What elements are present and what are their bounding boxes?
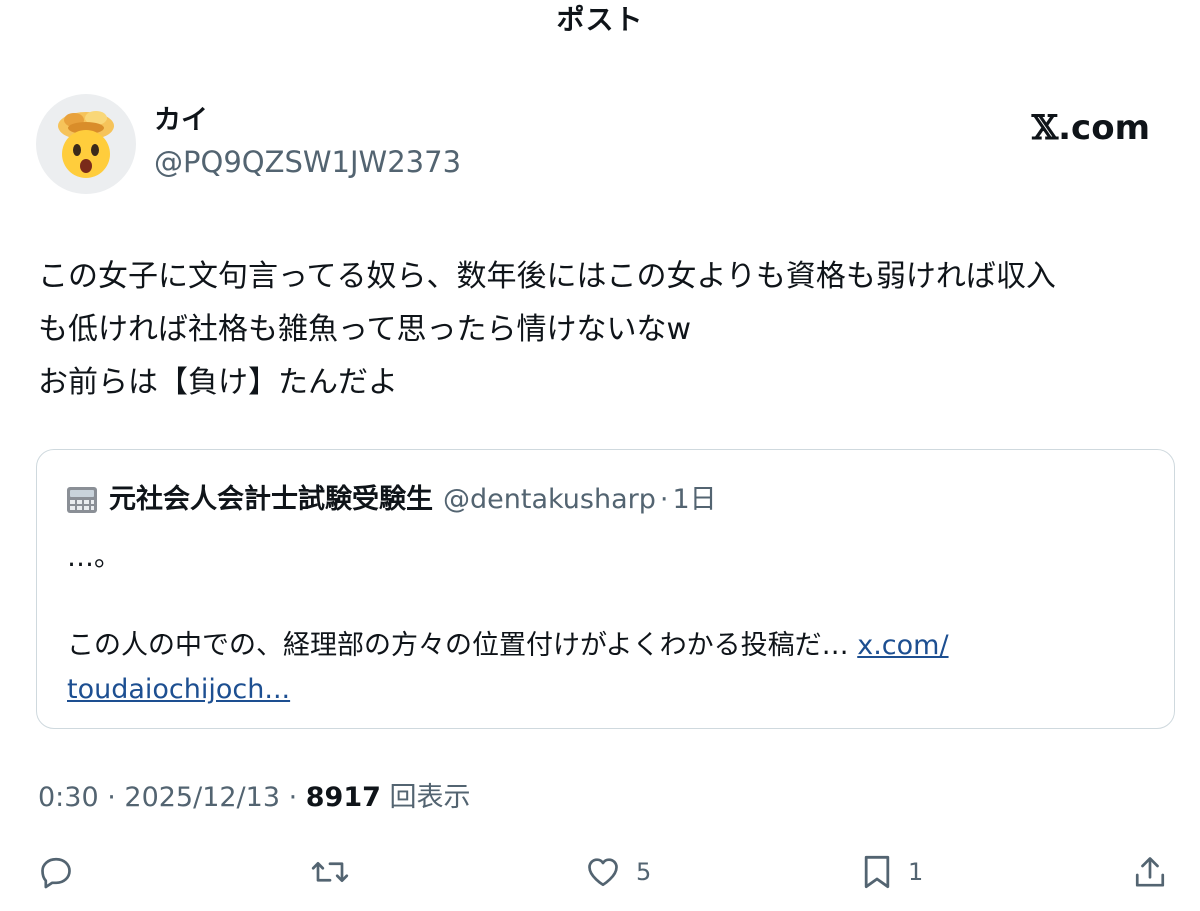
bookmark-icon	[864, 855, 890, 889]
like-button[interactable]: 5	[584, 846, 651, 898]
repost-button[interactable]	[310, 846, 350, 898]
post-text-line: お前らは【負け】たんだよ	[38, 365, 398, 400]
share-button[interactable]	[1132, 846, 1168, 898]
views-label: 回表示	[380, 782, 471, 813]
quoted-post-time[interactable]: 1日	[672, 483, 716, 517]
exploding-head-icon	[58, 111, 114, 178]
line-spacer	[67, 580, 1127, 624]
quoted-post-line: toudaiochijoch...	[67, 668, 1127, 712]
page-title: ポスト	[556, 3, 644, 36]
quoted-post-line: …。	[67, 542, 121, 573]
quoted-post-body: …。 この人の中での、経理部の方々の位置付けがよくわかる投稿だ… x.com/ …	[67, 536, 1127, 712]
post-text-line: この女子に文句言ってる奴ら、数年後にはこの女よりも資格も弱ければ収入	[38, 259, 1056, 294]
abacus-icon	[67, 487, 97, 513]
quoted-post-header: 元社会人会計士試験受験生 @dentakusharp · 1日	[65, 482, 717, 518]
x-logo-mark: 𝕏	[1031, 108, 1059, 148]
top-bar: ポスト	[0, 0, 1200, 44]
views-count: 8917	[305, 782, 381, 813]
author-handle[interactable]: @PQ9QZSW1JW2373	[154, 144, 461, 180]
post-date[interactable]: 2025/12/13	[124, 782, 280, 813]
quoted-post-link-continued[interactable]: toudaiochijoch...	[67, 674, 290, 705]
avatar[interactable]	[36, 94, 136, 194]
quoted-post-link[interactable]: x.com/	[857, 630, 948, 661]
bookmark-button[interactable]: 1	[860, 846, 923, 898]
post-author: カイ @PQ9QZSW1JW2373 𝕏.com	[36, 94, 1164, 194]
post-time[interactable]: 0:30	[38, 782, 99, 813]
reply-icon	[41, 857, 71, 889]
repost-icon	[311, 861, 349, 883]
quoted-post-line: この人の中での、経理部の方々の位置付けがよくわかる投稿だ… x.com/	[67, 624, 1127, 668]
x-logo: 𝕏.com	[1032, 108, 1150, 148]
action-bar: 5 1	[0, 846, 1200, 898]
quoted-author-name[interactable]: 元社会人会計士試験受験生	[109, 483, 433, 517]
separator-dot: ·	[98, 782, 125, 813]
separator-dot: ·	[280, 782, 306, 813]
bookmark-count: 1	[908, 858, 924, 886]
heart-icon	[588, 858, 618, 887]
share-icon	[1135, 857, 1165, 887]
reply-button[interactable]	[38, 846, 74, 898]
post-text-line: も低ければ社格も雑魚って思ったら情けないなw	[38, 312, 692, 347]
separator-dot: ·	[659, 484, 669, 515]
quoted-post-card[interactable]: 元社会人会計士試験受験生 @dentakusharp · 1日 …。 この人の中…	[36, 449, 1175, 729]
quoted-post-text: この人の中での、経理部の方々の位置付けがよくわかる投稿だ…	[67, 630, 858, 661]
quoted-author-handle[interactable]: @dentakusharp	[443, 483, 656, 517]
post-metadata: 0:30 · 2025/12/13 · 8917 回表示	[38, 780, 471, 816]
like-count: 5	[636, 858, 652, 886]
x-logo-suffix: .com	[1058, 108, 1150, 148]
author-name[interactable]: カイ	[154, 104, 208, 138]
post-text: この女子に文句言ってる奴ら、数年後にはこの女よりも資格も弱ければ収入 も低ければ…	[38, 250, 1178, 409]
